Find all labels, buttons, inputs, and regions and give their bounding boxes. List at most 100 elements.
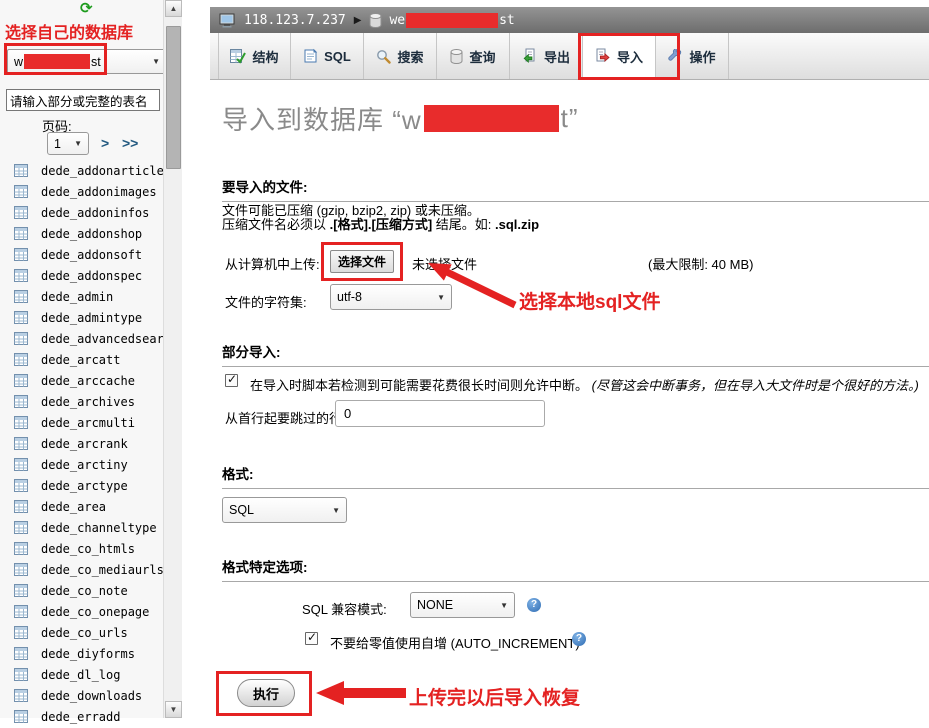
tab-search[interactable]: 搜索 <box>364 33 437 79</box>
table-row[interactable]: dede_co_note <box>0 580 163 601</box>
no-auto-increment-checkbox[interactable] <box>305 632 318 645</box>
table-list: dede_addonarticle dede_addonimages dede_… <box>0 160 163 727</box>
line2-mid: 结尾。如: <box>432 217 495 232</box>
table-row[interactable]: dede_co_onepage <box>0 601 163 622</box>
page-title: 导入到数据库 “w t” <box>222 100 579 137</box>
table-row[interactable]: dede_advancedsearch <box>0 328 163 349</box>
format-select[interactable]: SQL ▼ <box>222 497 347 523</box>
tab-query[interactable]: 查询 <box>437 33 510 79</box>
tab-sql[interactable]: SQL <box>291 33 364 79</box>
scrollbar-thumb[interactable] <box>166 26 181 169</box>
charset-select[interactable]: utf-8 ▼ <box>330 284 452 310</box>
annotation-go: 上传完以后导入恢复 <box>409 683 580 710</box>
table-row[interactable]: dede_dl_log <box>0 664 163 685</box>
table-row[interactable]: dede_co_urls <box>0 622 163 643</box>
max-size-text: (最大限制: 40 MB) <box>648 254 753 273</box>
refresh-icon[interactable]: ⟳ <box>80 1 96 17</box>
annotation-choose-file: 选择本地sql文件 <box>519 287 660 314</box>
server-address[interactable]: 118.123.7.237 <box>244 13 346 28</box>
table-name: dede_advancedsearch <box>41 332 178 346</box>
table-row[interactable]: dede_addoninfos <box>0 202 163 223</box>
table-icon <box>14 521 28 534</box>
table-name: dede_channeltype <box>41 521 157 535</box>
table-name: dede_arcrank <box>41 437 128 451</box>
table-name: dede_arcmulti <box>41 416 135 430</box>
table-name: dede_erradd <box>41 710 120 724</box>
table-row[interactable]: dede_addonimages <box>0 181 163 202</box>
format-value: SQL <box>229 503 254 517</box>
table-row[interactable]: dede_diyforms <box>0 643 163 664</box>
table-row[interactable]: dede_arctiny <box>0 454 163 475</box>
table-name: dede_co_note <box>41 584 128 598</box>
line2-pre: 压缩文件名必须以 <box>222 217 330 232</box>
table-icon <box>14 479 28 492</box>
table-row[interactable]: dede_area <box>0 496 163 517</box>
table-filter-input[interactable] <box>6 89 160 111</box>
table-icon <box>14 248 28 261</box>
breadcrumb-database[interactable]: we st <box>389 13 514 28</box>
table-row[interactable]: dede_co_htmls <box>0 538 163 559</box>
skip-lines-input[interactable] <box>335 400 545 427</box>
tab-label: 查询 <box>469 47 495 66</box>
table-icon <box>14 542 28 555</box>
table-name: dede_diyforms <box>41 647 135 661</box>
table-row[interactable]: dede_arcmulti <box>0 412 163 433</box>
table-name: dede_co_htmls <box>41 542 135 556</box>
table-name: dede_arctype <box>41 479 128 493</box>
table-row[interactable]: dede_arcrank <box>0 433 163 454</box>
interrupt-text: 在导入时脚本若检测到可能需要花费很长时间则允许中断。 <box>250 378 588 393</box>
scroll-up-button[interactable]: ▲ <box>165 0 182 17</box>
help-icon[interactable]: ? <box>527 598 541 612</box>
allow-interrupt-checkbox[interactable] <box>225 374 238 387</box>
line2-example: .sql.zip <box>495 217 539 232</box>
table-icon <box>14 185 28 198</box>
table-icon <box>14 311 28 324</box>
no-file-chosen-text: 未选择文件 <box>412 254 477 273</box>
table-row[interactable]: dede_arcatt <box>0 349 163 370</box>
sql-compat-select[interactable]: NONE ▼ <box>410 592 515 618</box>
breadcrumb: 118.123.7.237 ▶ we st <box>210 7 929 33</box>
table-row[interactable]: dede_addonshop <box>0 223 163 244</box>
sql-compat-value: NONE <box>417 598 453 612</box>
tab-label: 导出 <box>544 47 570 66</box>
scroll-down-button[interactable]: ▼ <box>165 701 182 718</box>
tab-label: 结构 <box>252 47 278 66</box>
sidebar-scrollbar[interactable]: ▲ ▼ <box>163 0 182 718</box>
table-name: dede_addonimages <box>41 185 157 199</box>
table-row[interactable]: dede_arccache <box>0 370 163 391</box>
table-name: dede_addonshop <box>41 227 142 241</box>
table-name: dede_area <box>41 500 106 514</box>
redaction-title-db <box>424 105 559 132</box>
query-icon <box>450 49 463 64</box>
table-icon <box>14 710 28 723</box>
table-icon <box>14 500 28 513</box>
page-select[interactable]: 1 ▼ <box>47 132 89 155</box>
table-row[interactable]: dede_arctype <box>0 475 163 496</box>
annotation-frame-choose-file <box>321 242 403 281</box>
table-row[interactable]: dede_admintype <box>0 307 163 328</box>
table-row[interactable]: dede_erradd <box>0 706 163 727</box>
table-row[interactable]: dede_admin <box>0 286 163 307</box>
table-row[interactable]: dede_channeltype <box>0 517 163 538</box>
tab-label: 操作 <box>689 47 715 66</box>
table-icon <box>14 647 28 660</box>
chevron-down-icon: ▼ <box>500 601 508 610</box>
table-icon <box>14 668 28 681</box>
table-row[interactable]: dede_co_mediaurls <box>0 559 163 580</box>
next-page-link[interactable]: > <box>101 135 109 151</box>
table-row[interactable]: dede_archives <box>0 391 163 412</box>
compression-info-line2: 压缩文件名必须以 .[格式].[压缩方式] 结尾。如: .sql.zip <box>222 214 539 233</box>
table-name: dede_addonarticle <box>41 164 164 178</box>
table-row[interactable]: dede_downloads <box>0 685 163 706</box>
help-icon[interactable]: ? <box>572 632 586 646</box>
table-icon <box>14 563 28 576</box>
breadcrumb-separator-icon: ▶ <box>354 15 362 26</box>
table-row[interactable]: dede_addonsoft <box>0 244 163 265</box>
table-name: dede_addonspec <box>41 269 142 283</box>
last-page-link[interactable]: >> <box>122 135 138 151</box>
table-name: dede_co_mediaurls <box>41 563 164 577</box>
table-row[interactable]: dede_addonspec <box>0 265 163 286</box>
table-row[interactable]: dede_addonarticle <box>0 160 163 181</box>
tab-export[interactable]: 导出 <box>510 33 583 79</box>
tab-structure[interactable]: 结构 <box>218 33 291 79</box>
